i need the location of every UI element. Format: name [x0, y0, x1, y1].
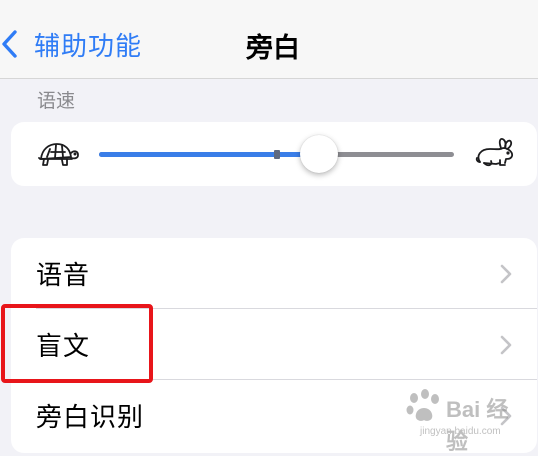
paw-logo-icon	[406, 389, 439, 421]
list-item-speech[interactable]: 语音	[11, 238, 537, 308]
chevron-right-icon	[500, 335, 512, 355]
watermark-url: jingyan.baidu.com	[420, 426, 501, 437]
turtle-icon	[38, 143, 79, 166]
speech-rate-slider[interactable]	[99, 135, 454, 173]
speech-rate-header: 语速	[37, 90, 76, 112]
list-item-label: 旁白识别	[36, 403, 145, 433]
highlight-annotation	[1, 304, 153, 383]
page-title: 旁白	[246, 33, 300, 64]
baidu-jingyan-watermark: Bai 经验 jingyan.baidu.com	[400, 386, 530, 454]
list-item-label: 语音	[36, 261, 91, 291]
speech-rate-card	[11, 122, 537, 186]
watermark-brand: Bai 经验	[446, 397, 509, 454]
navigation-bar: 辅助功能 旁白	[0, 0, 538, 79]
rabbit-icon	[475, 137, 514, 167]
slider-default-marker	[273, 150, 280, 159]
slider-fill	[99, 152, 320, 157]
slider-thumb[interactable]	[300, 135, 339, 173]
chevron-right-icon	[500, 264, 512, 284]
